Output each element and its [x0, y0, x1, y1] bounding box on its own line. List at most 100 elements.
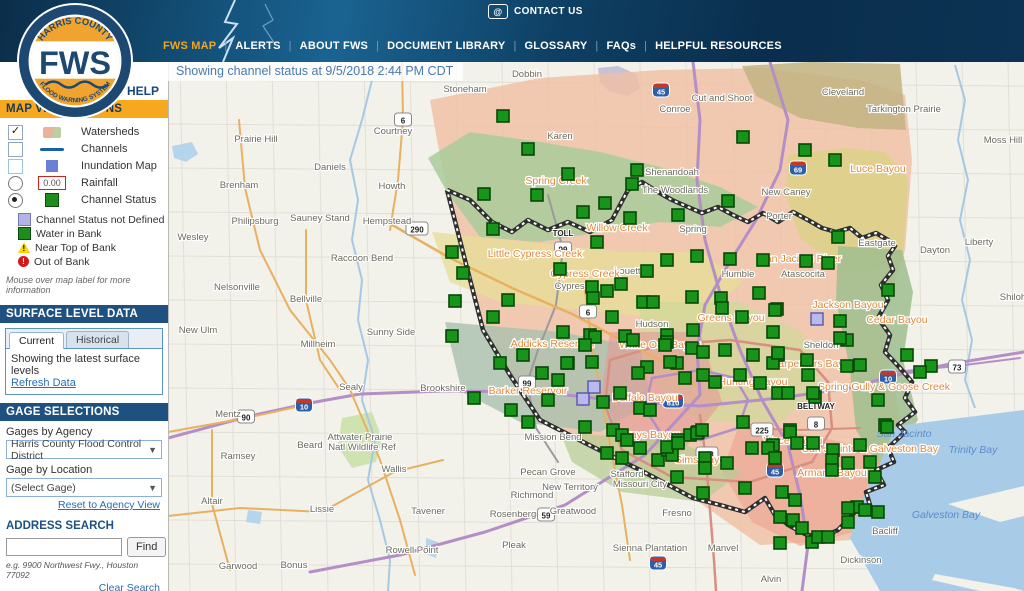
gage-marker-in-bank[interactable]	[789, 494, 801, 506]
watershed-label[interactable]: Luce Bayou	[850, 163, 906, 175]
gage-marker-in-bank[interactable]	[446, 246, 458, 258]
gage-marker-in-bank[interactable]	[859, 504, 871, 516]
gage-marker-in-bank[interactable]	[722, 195, 734, 207]
contact-us-link[interactable]: @ CONTACT US	[488, 4, 583, 19]
gage-marker-in-bank[interactable]	[517, 349, 529, 361]
gage-marker-in-bank[interactable]	[614, 387, 626, 399]
gage-marker-in-bank[interactable]	[531, 189, 543, 201]
gage-marker-in-bank[interactable]	[864, 456, 876, 468]
gage-marker-in-bank[interactable]	[478, 188, 490, 200]
gage-marker-in-bank[interactable]	[769, 304, 781, 316]
gage-marker-in-bank[interactable]	[672, 209, 684, 221]
gage-marker-in-bank[interactable]	[672, 437, 684, 449]
gage-marker-in-bank[interactable]	[641, 265, 653, 277]
gage-marker-in-bank[interactable]	[842, 516, 854, 528]
gage-marker-in-bank[interactable]	[601, 447, 613, 459]
gage-marker-in-bank[interactable]	[624, 212, 636, 224]
gage-marker-in-bank[interactable]	[687, 324, 699, 336]
gage-marker-in-bank[interactable]	[734, 369, 746, 381]
watershed-label[interactable]: Spring Creek	[525, 175, 587, 187]
watershed-label[interactable]: San Jacinto & Galveston Bay	[802, 443, 939, 455]
address-search-input[interactable]	[6, 538, 122, 556]
map-canvas[interactable]: 6629090999959288225873456910106104545Nav…	[168, 62, 1024, 591]
gage-marker-in-bank[interactable]	[659, 339, 671, 351]
gage-marker-in-bank[interactable]	[834, 332, 846, 344]
gage-marker-in-bank[interactable]	[591, 236, 603, 248]
tab-current[interactable]: Current	[9, 332, 64, 349]
checkbox-inundation-map[interactable]	[8, 159, 23, 174]
gage-marker-in-bank[interactable]	[829, 154, 841, 166]
tab-historical[interactable]: Historical	[66, 331, 129, 348]
gage-marker-in-bank[interactable]	[842, 502, 854, 514]
gage-marker-in-bank[interactable]	[679, 372, 691, 384]
gage-marker-in-bank[interactable]	[494, 357, 506, 369]
gage-marker-in-bank[interactable]	[872, 394, 884, 406]
gage-marker-in-bank[interactable]	[841, 360, 853, 372]
gage-marker-in-bank[interactable]	[468, 392, 480, 404]
gage-marker-in-bank[interactable]	[616, 452, 628, 464]
gage-marker-in-bank[interactable]	[631, 164, 643, 176]
gage-marker-in-bank[interactable]	[796, 522, 808, 534]
gage-marker-in-bank[interactable]	[807, 437, 819, 449]
gage-marker-in-bank[interactable]	[697, 346, 709, 358]
checkbox-channels[interactable]	[8, 142, 23, 157]
nav-item-helpful-resources[interactable]: HELPFUL RESOURCES	[647, 40, 790, 52]
gage-marker-in-bank[interactable]	[799, 144, 811, 156]
gage-marker-in-bank[interactable]	[626, 178, 638, 190]
nav-item-document-library[interactable]: DOCUMENT LIBRARY	[379, 40, 513, 52]
gage-marker-in-bank[interactable]	[832, 231, 844, 243]
gage-marker-in-bank[interactable]	[554, 263, 566, 275]
gage-marker-in-bank[interactable]	[577, 206, 589, 218]
gage-marker-in-bank[interactable]	[882, 284, 894, 296]
clear-search-link[interactable]: Clear Search	[99, 582, 160, 591]
gage-marker-in-bank[interactable]	[562, 168, 574, 180]
gage-marker-in-bank[interactable]	[719, 344, 731, 356]
gage-marker-in-bank[interactable]	[747, 349, 759, 361]
radio-channel-status[interactable]	[8, 193, 23, 208]
gage-marker-in-bank[interactable]	[599, 197, 611, 209]
gage-marker-in-bank[interactable]	[542, 394, 554, 406]
gage-marker-in-bank[interactable]	[601, 285, 613, 297]
gage-marker-in-bank[interactable]	[686, 291, 698, 303]
gage-marker-in-bank[interactable]	[854, 439, 866, 451]
checkbox-watersheds[interactable]: ✓	[8, 125, 23, 140]
gage-marker-in-bank[interactable]	[557, 326, 569, 338]
agency-select[interactable]: Harris County Flood Control District ▼	[6, 440, 162, 459]
gage-marker-not-defined[interactable]	[577, 393, 589, 405]
nav-item-alerts[interactable]: ALERTS	[227, 40, 288, 52]
gage-marker-in-bank[interactable]	[449, 295, 461, 307]
gage-marker-in-bank[interactable]	[822, 531, 834, 543]
gage-marker-in-bank[interactable]	[561, 357, 573, 369]
gage-marker-in-bank[interactable]	[597, 396, 609, 408]
radio-rainfall[interactable]	[8, 176, 23, 191]
gage-marker-in-bank[interactable]	[721, 457, 733, 469]
gage-marker-in-bank[interactable]	[881, 421, 893, 433]
gage-marker-in-bank[interactable]	[854, 359, 866, 371]
gage-marker-in-bank[interactable]	[869, 471, 881, 483]
gage-marker-in-bank[interactable]	[664, 356, 676, 368]
gage-marker-in-bank[interactable]	[697, 487, 709, 499]
gage-marker-in-bank[interactable]	[769, 452, 781, 464]
gage-marker-in-bank[interactable]	[776, 486, 788, 498]
gage-marker-in-bank[interactable]	[767, 326, 779, 338]
gage-marker-not-defined[interactable]	[588, 381, 600, 393]
gage-marker-in-bank[interactable]	[691, 250, 703, 262]
gage-marker-in-bank[interactable]	[536, 367, 548, 379]
gage-marker-in-bank[interactable]	[502, 294, 514, 306]
gage-marker-in-bank[interactable]	[772, 347, 784, 359]
gage-marker-in-bank[interactable]	[737, 131, 749, 143]
gage-marker-in-bank[interactable]	[774, 537, 786, 549]
nav-item-faqs[interactable]: FAQs	[598, 40, 644, 52]
gage-marker-in-bank[interactable]	[552, 374, 564, 386]
refresh-data-link[interactable]: Refresh Data	[11, 377, 76, 389]
gage-marker-in-bank[interactable]	[457, 267, 469, 279]
gage-marker-in-bank[interactable]	[724, 253, 736, 265]
gage-marker-in-bank[interactable]	[822, 257, 834, 269]
gage-marker-in-bank[interactable]	[736, 311, 748, 323]
gage-marker-in-bank[interactable]	[522, 143, 534, 155]
gage-marker-in-bank[interactable]	[699, 462, 711, 474]
watershed-label[interactable]: Spring Gully & Goose Creek	[818, 381, 951, 393]
gage-marker-in-bank[interactable]	[487, 223, 499, 235]
gage-marker-in-bank[interactable]	[754, 377, 766, 389]
watershed-label[interactable]: Cedar Bayou	[866, 314, 927, 326]
